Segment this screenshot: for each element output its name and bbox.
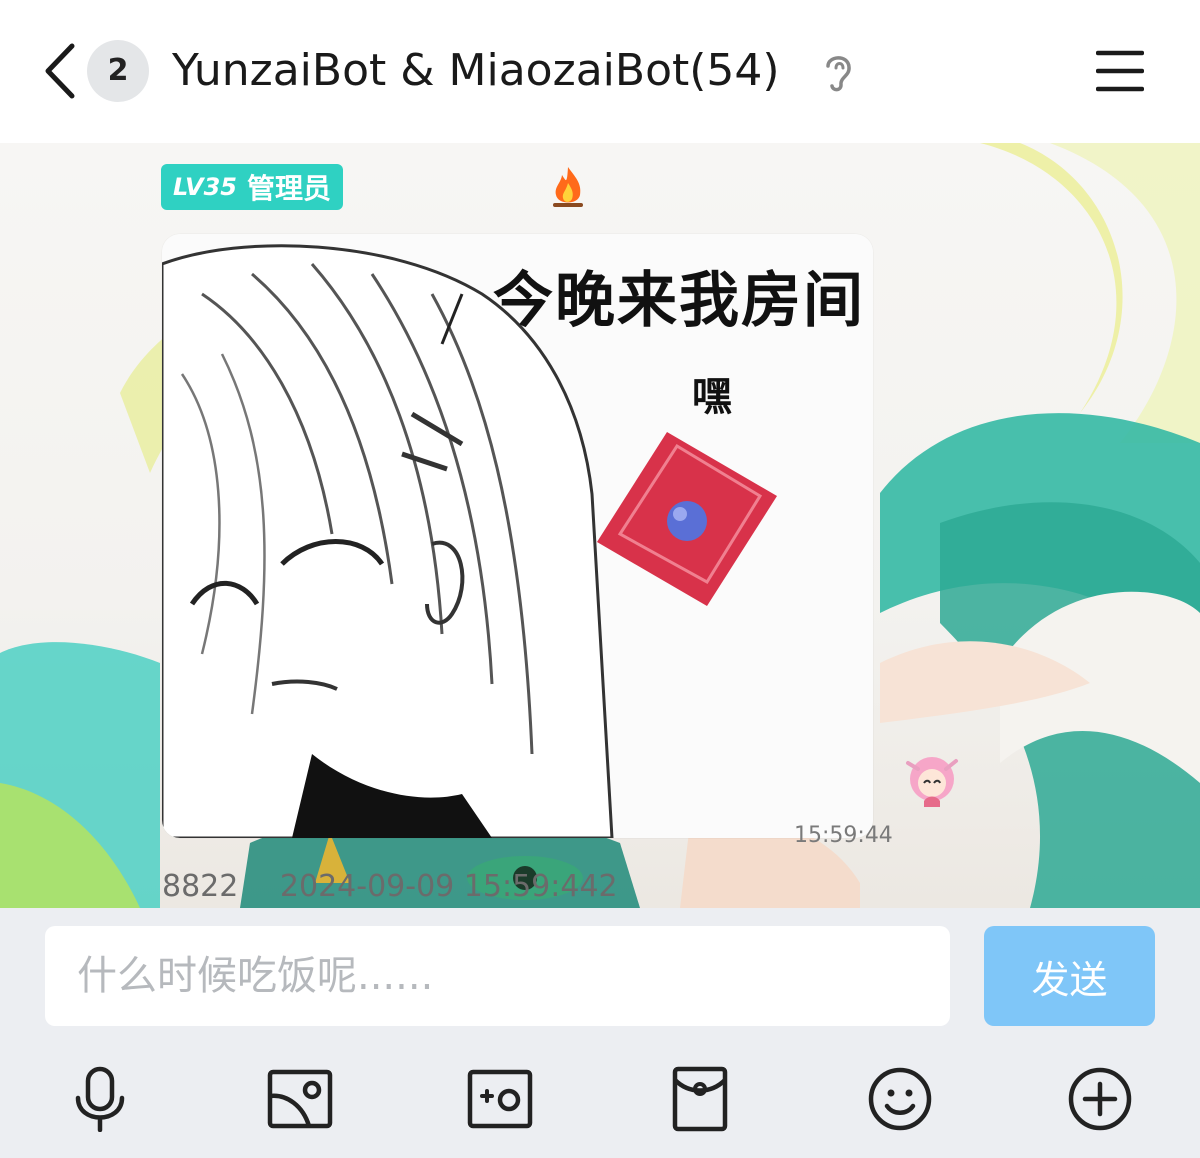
footer-timestamp: 2024-09-09 15:59:442 [279, 869, 618, 904]
message-input[interactable] [45, 926, 950, 1026]
message-time: 15:59:44 [794, 823, 893, 848]
image-message[interactable]: 今晚来我房间 嘿 [162, 234, 873, 838]
meme-sound-effect-text: 嘿 [692, 373, 732, 420]
sender-avatar[interactable] [900, 749, 964, 811]
red-packet-icon[interactable] [667, 1066, 733, 1132]
input-bar: 发送 [0, 908, 1200, 1158]
level-label: LV35 [173, 173, 237, 201]
member-role-label: 管理员 [246, 172, 331, 205]
ear-icon[interactable] [820, 50, 856, 94]
microphone-icon[interactable] [67, 1066, 133, 1132]
chat-title[interactable]: YunzaiBot & MiaozaiBot(54) [172, 40, 780, 102]
member-level-badge: LV35 管理员 [161, 164, 343, 210]
camera-icon[interactable] [467, 1066, 533, 1132]
send-button[interactable]: 发送 [984, 926, 1155, 1026]
menu-icon[interactable] [1096, 48, 1144, 94]
emoji-icon[interactable] [867, 1066, 933, 1132]
fire-icon [553, 167, 583, 207]
footer-sender-id: 8822 [162, 869, 239, 904]
image-icon[interactable] [267, 1066, 333, 1132]
unread-count-badge[interactable]: 2 [87, 40, 149, 102]
plus-icon[interactable] [1067, 1066, 1133, 1132]
chat-message-area[interactable]: LV35 管理员 今晚来我房间 嘿 15:59:44 8822 2024-09-… [0, 143, 1200, 908]
chat-header: 2 YunzaiBot & MiaozaiBot(54) [0, 0, 1200, 143]
meme-caption-text: 今晚来我房间 [493, 266, 865, 336]
back-arrow-icon[interactable] [40, 40, 80, 102]
message-footer: 8822 2024-09-09 15:59:442 [162, 869, 650, 904]
